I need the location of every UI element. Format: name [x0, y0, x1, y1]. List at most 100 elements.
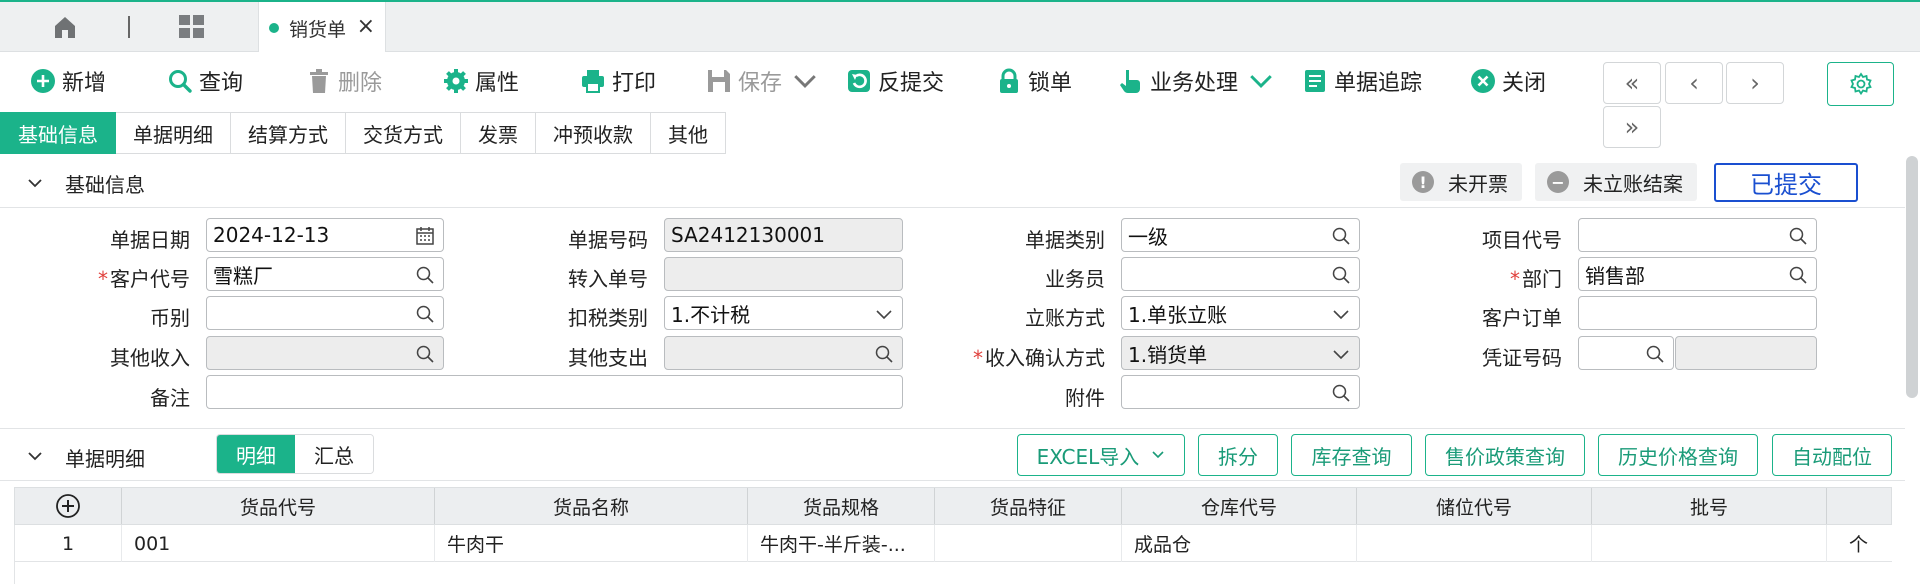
chevron-down-icon[interactable] [1248, 68, 1274, 94]
print-button[interactable]: 打印 [580, 66, 656, 96]
column-header-unit[interactable] [1827, 488, 1891, 524]
unsubmit-button[interactable]: 反提交 [846, 66, 944, 96]
customer-order-field[interactable] [1578, 296, 1817, 330]
prev-record-button[interactable]: ‹ [1665, 62, 1723, 104]
voucher-no-extra-field[interactable] [1675, 336, 1817, 370]
detail-view-button[interactable]: 明细 [217, 435, 295, 473]
customer-code-field[interactable]: 雪糕厂 [206, 257, 444, 291]
close-button[interactable]: 关闭 [1470, 66, 1546, 96]
salesman-field[interactable] [1121, 257, 1360, 291]
settings-button[interactable] [1827, 62, 1894, 106]
last-record-button[interactable]: » [1603, 106, 1661, 148]
doc-category-field[interactable]: 一级 [1121, 218, 1360, 252]
chevron-down-icon[interactable] [792, 68, 818, 94]
form-subtabs: 基础信息 单据明细 结算方式 交货方式 发票 冲预收款 其他 [0, 112, 726, 154]
plus-circle-icon [56, 494, 80, 518]
query-button[interactable]: 查询 [167, 66, 243, 96]
cell-product-name[interactable]: 牛肉干 [435, 525, 748, 562]
tab-sales-order[interactable]: 销货单 × [258, 2, 386, 54]
column-header-product-spec[interactable]: 货品规格 [748, 488, 935, 524]
tab-basic-info[interactable]: 基础信息 [0, 112, 116, 154]
search-icon[interactable] [1331, 383, 1351, 403]
first-record-button[interactable]: « [1603, 62, 1661, 104]
excel-import-button[interactable]: EXCEL导入 [1017, 434, 1185, 476]
cell-location[interactable] [1357, 525, 1592, 562]
cell-product-spec[interactable]: 牛肉干-半斤装-... [748, 525, 935, 562]
print-label: 打印 [612, 71, 657, 96]
other-expense-field[interactable] [664, 336, 903, 370]
close-tab-icon[interactable]: × [357, 14, 375, 39]
search-icon[interactable] [415, 344, 435, 364]
other-expense-label: 其他支出 [568, 346, 648, 370]
tab-settlement[interactable]: 结算方式 [231, 112, 346, 154]
cell-unit[interactable]: 个 [1827, 525, 1891, 562]
doc-no-field[interactable]: SA2412130001 [664, 218, 903, 252]
remark-field[interactable] [206, 375, 903, 409]
chevron-down-icon[interactable] [1331, 304, 1351, 324]
summary-view-button[interactable]: 汇总 [295, 435, 373, 473]
department-field[interactable]: 销售部 [1578, 257, 1817, 291]
add-row-button[interactable] [15, 488, 122, 524]
column-header-product-name[interactable]: 货品名称 [435, 488, 748, 524]
attachment-field[interactable] [1121, 375, 1360, 409]
doc-date-field[interactable]: 2024-12-13 [206, 218, 444, 252]
delete-button[interactable]: 删除 [306, 66, 382, 96]
save-button[interactable]: 保存 [706, 66, 824, 96]
column-header-batch[interactable]: 批号 [1592, 488, 1827, 524]
search-icon[interactable] [415, 304, 435, 324]
voucher-no-field[interactable] [1578, 336, 1674, 370]
new-button[interactable]: 新增 [30, 66, 106, 96]
split-button[interactable]: 拆分 [1198, 434, 1278, 476]
doc-no-label: 单据号码 [568, 228, 648, 252]
history-price-query-button[interactable]: 历史价格查询 [1598, 434, 1758, 476]
tab-invoice[interactable]: 发票 [461, 112, 536, 154]
table-row[interactable]: 1 001 牛肉干 牛肉干-半斤装-... 成品仓 个 [14, 525, 1892, 562]
auto-allocate-button[interactable]: 自动配位 [1772, 434, 1892, 476]
tab-delivery[interactable]: 交货方式 [346, 112, 461, 154]
cell-warehouse[interactable]: 成品仓 [1122, 525, 1357, 562]
column-header-location[interactable]: 储位代号 [1357, 488, 1592, 524]
search-icon[interactable] [1331, 226, 1351, 246]
cell-product-feature[interactable] [935, 525, 1122, 562]
account-method-select[interactable]: 1.单张立账 [1121, 296, 1360, 330]
cell-product-code[interactable]: 001 [122, 525, 435, 562]
column-header-product-code[interactable]: 货品代号 [122, 488, 435, 524]
search-icon[interactable] [1331, 265, 1351, 285]
home-icon[interactable] [52, 14, 78, 40]
tab-other[interactable]: 其他 [651, 112, 726, 154]
tax-type-select[interactable]: 1.不计税 [664, 296, 903, 330]
grid-menu-icon[interactable] [178, 14, 206, 40]
chevron-down-icon[interactable] [874, 304, 894, 324]
transfer-no-field[interactable] [664, 257, 903, 291]
trace-button[interactable]: 单据追踪 [1302, 66, 1422, 96]
project-code-field[interactable] [1578, 218, 1817, 252]
vertical-scrollbar[interactable] [1906, 156, 1918, 398]
search-icon[interactable] [1645, 344, 1665, 364]
chevron-down-icon[interactable] [1331, 344, 1351, 364]
revenue-confirm-select[interactable]: 1.销货单 [1121, 336, 1360, 370]
currency-field[interactable] [206, 296, 444, 330]
cell-batch[interactable] [1592, 525, 1827, 562]
calendar-icon[interactable] [415, 226, 435, 246]
chevron-left-icon: ‹ [1689, 69, 1699, 97]
chevron-right-icon: › [1750, 69, 1760, 97]
detail-view-toggle: 明细 汇总 [216, 434, 374, 474]
chevron-down-icon[interactable] [26, 447, 44, 465]
lock-button[interactable]: 锁单 [996, 66, 1072, 96]
search-icon[interactable] [415, 265, 435, 285]
properties-button[interactable]: 属性 [443, 66, 519, 96]
search-icon[interactable] [1788, 265, 1808, 285]
chevron-down-icon[interactable] [26, 174, 44, 192]
business-process-button[interactable]: 业务处理 [1118, 66, 1280, 96]
search-icon[interactable] [874, 344, 894, 364]
column-header-warehouse[interactable]: 仓库代号 [1122, 488, 1357, 524]
column-header-product-feature[interactable]: 货品特征 [935, 488, 1122, 524]
stock-query-button[interactable]: 库存查询 [1291, 434, 1412, 476]
doc-category-label: 单据类别 [1025, 228, 1105, 252]
other-income-field[interactable] [206, 336, 444, 370]
tab-document-detail[interactable]: 单据明细 [116, 112, 231, 154]
next-record-button[interactable]: › [1726, 62, 1784, 104]
tab-prepayment-offset[interactable]: 冲预收款 [536, 112, 651, 154]
search-icon[interactable] [1788, 226, 1808, 246]
price-policy-query-button[interactable]: 售价政策查询 [1425, 434, 1585, 476]
